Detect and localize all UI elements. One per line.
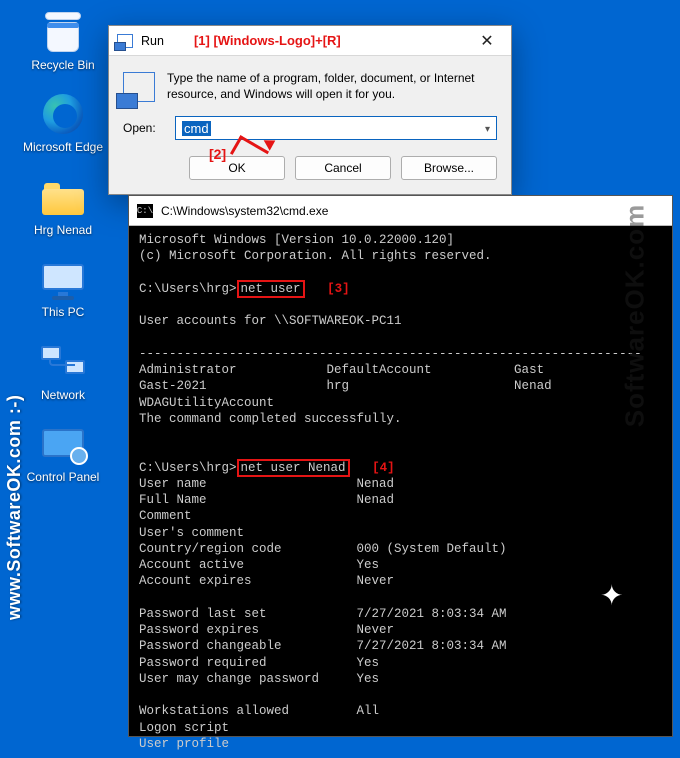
- recycle-bin-icon[interactable]: Recycle Bin: [18, 10, 108, 72]
- network-icon[interactable]: Network: [18, 340, 108, 402]
- run-title-text: Run: [141, 34, 164, 48]
- close-icon[interactable]: ✕: [465, 31, 509, 51]
- user-folder-icon[interactable]: Hrg Nenad: [18, 175, 108, 237]
- cmd-title-text: C:\Windows\system32\cmd.exe: [161, 204, 328, 218]
- edge-icon[interactable]: Microsoft Edge: [18, 92, 108, 154]
- icon-label: This PC: [18, 305, 108, 319]
- icon-label: Hrg Nenad: [18, 223, 108, 237]
- ok-button[interactable]: OK: [189, 156, 285, 180]
- icon-label: Microsoft Edge: [18, 140, 108, 154]
- command-highlight-1: net user: [237, 280, 305, 298]
- browse-button[interactable]: Browse...: [401, 156, 497, 180]
- annotation-2: [2]: [209, 146, 226, 162]
- open-label: Open:: [123, 121, 167, 135]
- this-pc-icon[interactable]: This PC: [18, 257, 108, 319]
- silhouette-graphic: ✦: [550, 572, 670, 722]
- run-dialog: Run [1] [Windows-Logo]+[R] ✕ Type the na…: [108, 25, 512, 195]
- cmd-title-icon: C:\: [137, 204, 153, 218]
- annotation-4: [4]: [372, 461, 395, 475]
- watermark-left: www.SoftwareOK.com :-): [4, 360, 25, 620]
- icon-label: Control Panel: [18, 470, 108, 484]
- open-input[interactable]: cmd ▾: [175, 116, 497, 140]
- chevron-down-icon[interactable]: ▾: [485, 124, 490, 135]
- run-description: Type the name of a program, folder, docu…: [167, 70, 497, 102]
- run-body-icon: [123, 72, 155, 102]
- icon-label: Network: [18, 388, 108, 402]
- annotation-3: [3]: [327, 282, 350, 296]
- open-input-value: cmd: [182, 121, 211, 136]
- command-highlight-2: net user Nenad: [237, 459, 350, 477]
- control-panel-icon[interactable]: Control Panel: [18, 422, 108, 484]
- cancel-button[interactable]: Cancel: [295, 156, 391, 180]
- cmd-titlebar[interactable]: C:\ C:\Windows\system32\cmd.exe: [129, 196, 672, 226]
- annotation-1: [1] [Windows-Logo]+[R]: [194, 33, 341, 48]
- watermark-right: SoftwareOK.com: [619, 204, 650, 428]
- icon-label: Recycle Bin: [18, 58, 108, 72]
- run-app-icon: [117, 34, 133, 48]
- run-titlebar[interactable]: Run [1] [Windows-Logo]+[R] ✕: [109, 26, 511, 56]
- desktop-icons: Recycle Bin Microsoft Edge Hrg Nenad Thi…: [18, 10, 108, 504]
